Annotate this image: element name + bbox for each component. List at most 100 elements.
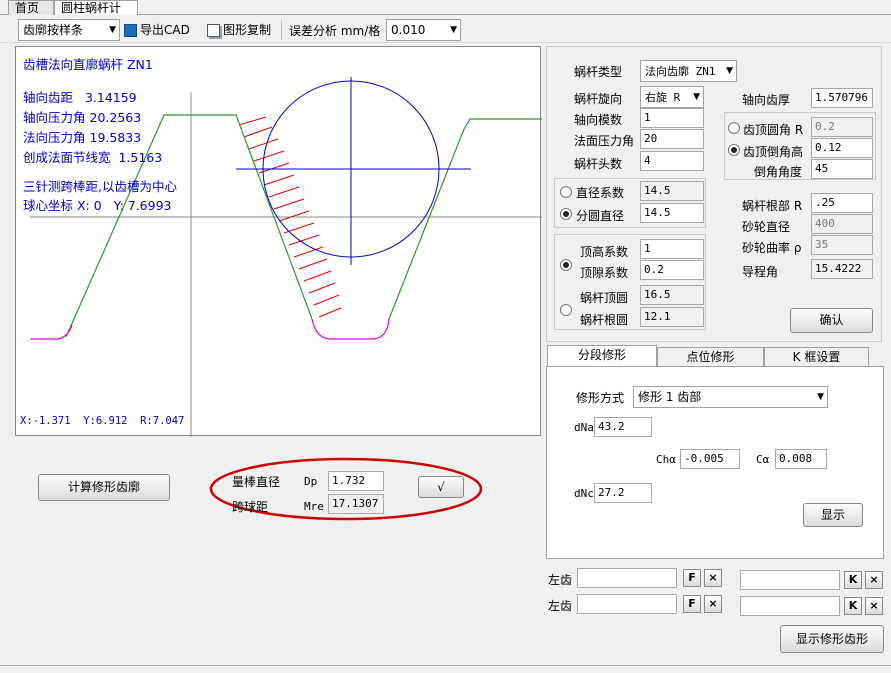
root-dia-input[interactable]: 12.1: [640, 307, 704, 327]
dna-input[interactable]: 43.2: [594, 417, 652, 437]
info-pitch-width: 创成法面节线宽 1.5163: [23, 150, 163, 165]
close-icon[interactable]: ×: [704, 595, 722, 613]
show-button[interactable]: 显示: [803, 503, 863, 527]
close-icon[interactable]: ×: [704, 569, 722, 587]
chamfer-angle-input[interactable]: 45: [811, 159, 873, 179]
chevron-down-icon: ▼: [726, 66, 733, 76]
clearance-input[interactable]: 0.2: [640, 260, 704, 280]
root-arc: [311, 318, 390, 340]
ref-dia-radio[interactable]: [560, 208, 572, 220]
pressure-angle-label: 法面压力角: [574, 134, 635, 148]
module-label: 轴向模数: [574, 113, 623, 127]
left-flank-input-2[interactable]: [577, 594, 677, 614]
pin-diameter-label: 量棒直径: [232, 475, 281, 489]
tab-segment-mod[interactable]: 分段修形: [547, 345, 657, 366]
mod-mode-label: 修形方式: [576, 391, 625, 405]
wheel-curvature-label: 砂轮曲率 ρ: [742, 241, 802, 255]
addendum-radio[interactable]: [560, 259, 572, 271]
profile-select[interactable]: 齿廓按样条 ▼: [18, 19, 120, 41]
error-scale-select[interactable]: 0.010 ▼: [386, 19, 461, 41]
dia-coef-input[interactable]: 14.5: [640, 181, 704, 201]
copy-figure-label: 图形复制: [223, 23, 272, 37]
addendum-input[interactable]: 1: [640, 239, 704, 259]
tip-dia-label: 蜗杆顶圆: [580, 291, 629, 305]
error-analysis-label: 误差分析 mm/格: [289, 24, 381, 38]
clearance-label: 顶隙系数: [580, 266, 629, 280]
axial-thickness-input[interactable]: 1.570796: [811, 88, 873, 108]
copy-icon: [207, 24, 220, 37]
ca-input[interactable]: 0.008: [775, 449, 827, 469]
right-flank-input-1[interactable]: [740, 570, 840, 590]
dna-label: dNa: [574, 421, 594, 434]
cursor-readout: X:-1.371 Y:6.912 R:7.047: [20, 415, 185, 427]
mod-mode-value: 修形 1 齿部: [638, 390, 702, 404]
tip-root-dia-radio[interactable]: [560, 304, 572, 316]
worm-type-select[interactable]: 法向齿廓 ZN1 ▼: [640, 60, 737, 82]
wheel-dia-label: 砂轮直径: [742, 220, 791, 234]
root-radius-label: 蜗杆根部 R: [742, 199, 803, 213]
tip-round-label: 齿顶圆角 R: [743, 123, 804, 137]
tip-dia-input[interactable]: 16.5: [640, 285, 704, 305]
confirm-button[interactable]: 确认: [790, 308, 873, 333]
k-button-2[interactable]: K: [844, 597, 862, 615]
tab-worm-calc[interactable]: 圆柱蜗杆计算: [54, 0, 138, 30]
root-radius-input[interactable]: .25: [811, 193, 873, 213]
starts-label: 蜗杆头数: [574, 157, 623, 171]
info-axial-pressure: 轴向压力角 20.2563: [23, 110, 142, 125]
f-button-1[interactable]: F: [683, 569, 701, 587]
addendum-label: 顶高系数: [580, 245, 629, 259]
chevron-down-icon: ▼: [109, 25, 116, 35]
pressure-angle-input[interactable]: 20: [640, 129, 704, 149]
chevron-down-icon: ▼: [693, 92, 700, 102]
cha-label: Chα: [656, 453, 676, 466]
info-normal-pressure: 法向压力角 19.5833: [23, 130, 142, 145]
close-icon[interactable]: ×: [865, 571, 883, 589]
f-button-2[interactable]: F: [683, 595, 701, 613]
tip-chamfer-input[interactable]: 0.12: [811, 138, 873, 158]
close-icon[interactable]: ×: [865, 597, 883, 615]
export-cad-button[interactable]: 导出CAD: [124, 19, 190, 41]
tab-point-mod[interactable]: 点位修形: [657, 347, 764, 367]
wheel-dia-input[interactable]: 400: [811, 214, 873, 234]
k-button-1[interactable]: K: [844, 571, 862, 589]
hand-select[interactable]: 右旋 R ▼: [640, 86, 704, 108]
bottom-divider: [0, 665, 891, 666]
dia-coef-label: 直径系数: [576, 186, 625, 200]
dnc-input[interactable]: 27.2: [594, 483, 652, 503]
cha-input[interactable]: -0.005: [680, 449, 740, 469]
wheel-curvature-input[interactable]: 35: [811, 235, 873, 255]
tab-home[interactable]: 首页: [8, 0, 54, 15]
left-flank-label-1: 左齿: [548, 573, 573, 587]
hand-label: 蜗杆旋向: [574, 92, 623, 106]
axial-thickness-label: 轴向齿厚: [742, 93, 791, 107]
module-input[interactable]: 1: [640, 108, 704, 128]
tip-round-radio[interactable]: [728, 122, 740, 134]
tip-chamfer-radio[interactable]: [728, 144, 740, 156]
left-flank-input-1[interactable]: [577, 568, 677, 588]
copy-figure-button[interactable]: 图形复制: [207, 19, 271, 41]
dnc-label: dNc: [574, 487, 594, 500]
left-flank-label-2: 左齿: [548, 599, 573, 613]
ball-span-symbol: Mre: [304, 500, 324, 513]
canvas-note-2: 球心坐标 X: 0 Y: 7.6993: [23, 198, 172, 213]
chevron-down-icon: ▼: [817, 392, 824, 402]
check-button[interactable]: √: [418, 476, 464, 498]
info-axial-pitch: 轴向齿距 3.14159: [23, 90, 137, 105]
dia-coef-radio[interactable]: [560, 186, 572, 198]
profile-canvas[interactable]: 齿槽法向直廓蜗杆 ZN1 轴向齿距 3.14159 轴向压力角 20.2563 …: [15, 46, 542, 437]
right-flank-input-2[interactable]: [740, 596, 840, 616]
left-tip-arc: [30, 324, 73, 340]
hand-value: 右旋 R: [645, 91, 681, 104]
tab-k-frame[interactable]: K 框设置: [764, 347, 869, 367]
tip-round-input[interactable]: 0.2: [811, 117, 873, 137]
pin-diameter-input[interactable]: 1.732: [328, 471, 384, 491]
show-modified-profile-button[interactable]: 显示修形齿形: [780, 625, 884, 653]
pin-diameter-symbol: Dp: [304, 475, 318, 488]
calc-modified-profile-button[interactable]: 计算修形齿廓: [38, 474, 170, 501]
starts-input[interactable]: 4: [640, 151, 704, 171]
lead-angle-output: 15.4222: [811, 259, 873, 279]
mod-mode-select[interactable]: 修形 1 齿部 ▼: [633, 386, 828, 408]
cad-icon: [124, 24, 137, 37]
chamfer-angle-label: 倒角角度: [754, 165, 803, 179]
ref-dia-input[interactable]: 14.5: [640, 203, 704, 223]
